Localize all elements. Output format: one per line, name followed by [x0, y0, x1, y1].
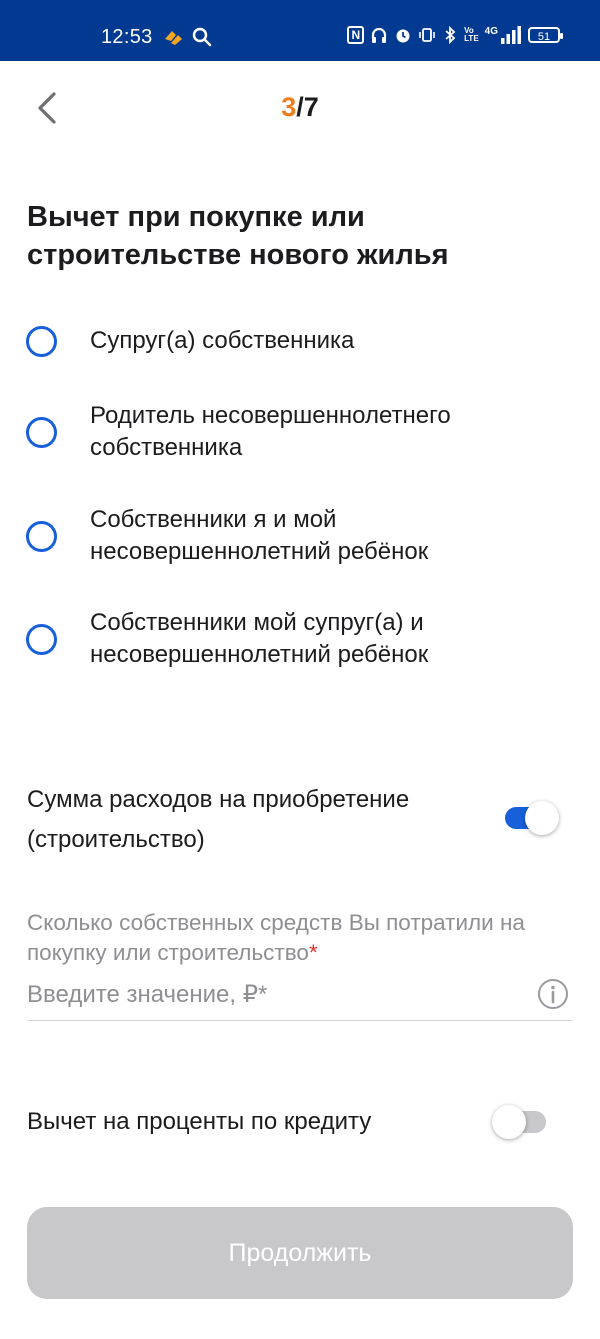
radio-button[interactable]	[26, 520, 57, 552]
search-icon	[192, 27, 212, 47]
option-label: Супруг(а) собственника	[90, 327, 355, 354]
option-label: Собственники мой супруг(а) и несовершенн…	[90, 609, 429, 668]
step-indicator: 3/7	[0, 92, 600, 123]
option-parent[interactable]: Родитель несовершеннолетнего собственник…	[26, 400, 586, 464]
option-spouse-and-child[interactable]: Собственники мой супруг(а) и несовершенн…	[26, 607, 586, 671]
option-me-and-child[interactable]: Собственники я и мой несовершеннолетний …	[26, 504, 586, 568]
radio-button[interactable]	[26, 623, 57, 655]
app-logo-icon	[165, 31, 182, 45]
info-icon[interactable]	[537, 978, 569, 1010]
radio-button[interactable]	[26, 325, 57, 357]
own-funds-input[interactable]	[27, 975, 527, 1015]
continue-button[interactable]: Продолжить	[27, 1207, 573, 1299]
page-title: Вычет при покупке или строительстве ново…	[27, 201, 449, 271]
network-type: 4G	[484, 26, 498, 37]
own-funds-hint: Сколько собственных средств Вы потратили…	[27, 908, 573, 968]
input-underline	[27, 1020, 573, 1021]
bluetooth-icon	[445, 26, 456, 44]
option-label: Родитель несовершеннолетнего собственник…	[90, 402, 451, 461]
expenses-label: Сумма расходов на приобретение (строител…	[27, 786, 410, 853]
option-spouse[interactable]: Супруг(а) собственника	[26, 325, 586, 357]
status-time: 12:53	[101, 26, 153, 48]
status-icons: N Vo LTE 4G 51	[347, 26, 563, 44]
vibrate-icon	[419, 28, 435, 42]
signal-icon	[501, 26, 521, 44]
own-funds-hint-text: Сколько собственных средств Вы потратили…	[27, 910, 525, 965]
interest-toggle[interactable]	[492, 1105, 548, 1139]
step-current: 3	[281, 92, 297, 122]
expenses-toggle[interactable]	[505, 801, 559, 835]
required-mark: *	[308, 940, 318, 965]
nfc-icon: N	[347, 26, 365, 44]
status-bar: 12:53 N Vo LTE 4G 51	[0, 0, 600, 61]
interest-label: Вычет на проценты по кредиту	[27, 1108, 372, 1135]
radio-button[interactable]	[26, 416, 57, 448]
option-label: Собственники я и мой несовершеннолетний …	[90, 506, 429, 565]
battery-icon: 51	[528, 27, 563, 43]
headphones-icon	[372, 27, 387, 43]
step-total: /7	[296, 92, 319, 122]
toggle-knob	[492, 1105, 526, 1139]
toggle-knob	[525, 801, 559, 835]
alarm-icon	[396, 29, 410, 43]
volte-icon: Vo LTE	[464, 26, 479, 43]
